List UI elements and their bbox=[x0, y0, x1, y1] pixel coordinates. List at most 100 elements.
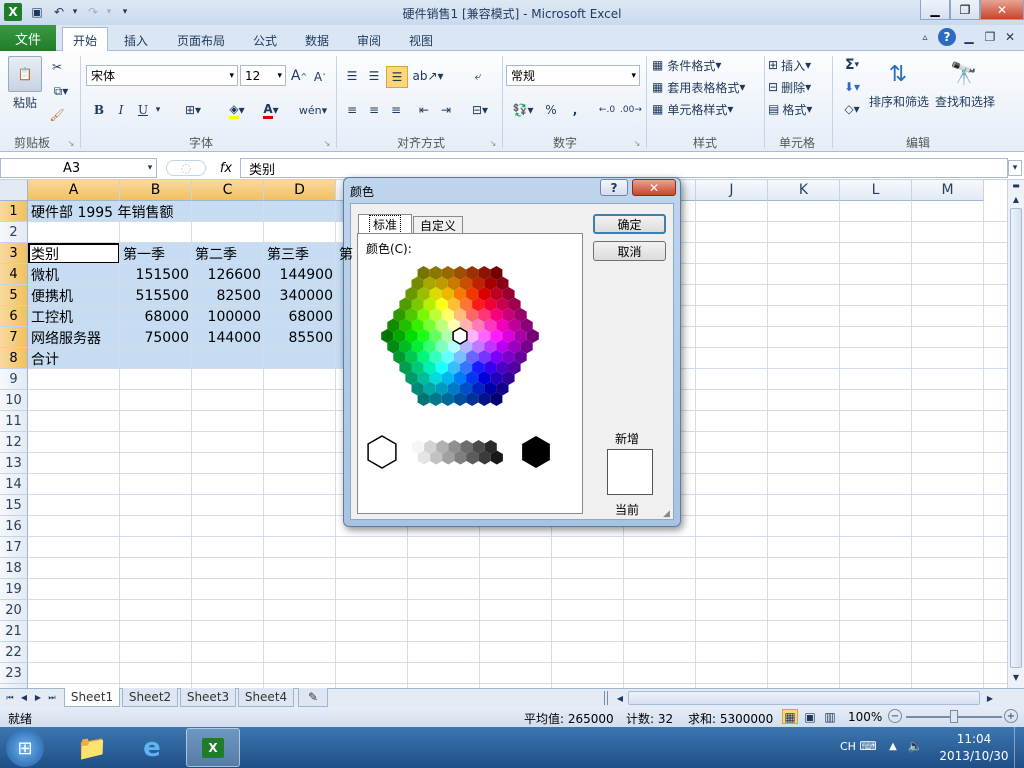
row-header[interactable]: 17 bbox=[0, 537, 28, 558]
column-header[interactable]: M bbox=[912, 180, 984, 201]
expand-formula-bar-icon[interactable]: ▾ bbox=[1008, 160, 1022, 176]
font-name-combo[interactable]: 宋体 ▾ bbox=[86, 65, 238, 86]
underline-dropdown-icon[interactable]: ▾ bbox=[152, 100, 164, 120]
bold-button[interactable]: B bbox=[90, 100, 108, 120]
row-header[interactable]: 8 bbox=[0, 348, 28, 369]
dialog-close-button[interactable]: ✕ bbox=[632, 179, 676, 196]
show-desktop-button[interactable] bbox=[1014, 727, 1024, 768]
start-button-icon[interactable]: ⊞ bbox=[6, 729, 44, 767]
row-header[interactable]: 11 bbox=[0, 411, 28, 432]
horizontal-scroll-thumb[interactable] bbox=[628, 691, 980, 705]
keyboard-icon[interactable]: ⌨ bbox=[859, 737, 876, 755]
cell[interactable]: 硬件部 1995 年销售额 bbox=[31, 201, 348, 222]
row-header[interactable]: 22 bbox=[0, 642, 28, 663]
split-box[interactable]: ▬ bbox=[1009, 180, 1023, 190]
comma-button[interactable]: , bbox=[566, 100, 584, 120]
clock-date[interactable]: 2013/10/30 bbox=[936, 749, 1012, 763]
restore-button[interactable]: ❐ bbox=[950, 0, 980, 20]
row-header[interactable]: 7 bbox=[0, 327, 28, 348]
format-painter-icon[interactable]: 🖌 bbox=[48, 106, 66, 124]
file-explorer-icon[interactable]: 📁 bbox=[66, 729, 118, 766]
input-language[interactable]: CH bbox=[840, 740, 856, 753]
cell[interactable] bbox=[195, 348, 264, 369]
color-honeycomb[interactable] bbox=[358, 254, 582, 510]
row-header[interactable]: 6 bbox=[0, 306, 28, 327]
cell-style-button[interactable]: ▦ 单元格样式 ▾ bbox=[652, 100, 762, 118]
tab-custom[interactable]: 自定义 bbox=[413, 216, 463, 234]
formula-bar-splitter[interactable]: ◌ bbox=[166, 160, 206, 176]
zoom-slider-thumb[interactable] bbox=[950, 710, 958, 723]
cell[interactable]: 515500 bbox=[123, 285, 192, 306]
number-format-combo[interactable]: 常规 ▾ bbox=[506, 65, 640, 86]
name-box[interactable]: A3 bbox=[0, 158, 157, 178]
cell[interactable]: 340000 bbox=[267, 285, 336, 306]
excel-taskbar-button[interactable]: X bbox=[186, 728, 240, 767]
black-swatch[interactable] bbox=[522, 436, 550, 468]
row-header[interactable]: 5 bbox=[0, 285, 28, 306]
cell[interactable]: 第三季 bbox=[267, 243, 336, 264]
cell[interactable]: 网络服务器 bbox=[31, 327, 120, 348]
tab-view[interactable]: 视图 bbox=[400, 29, 442, 51]
row-header[interactable]: 12 bbox=[0, 432, 28, 453]
scroll-down-icon[interactable]: ▼ bbox=[1009, 670, 1023, 684]
increase-indent-icon[interactable]: ⇥ bbox=[436, 100, 456, 120]
paste-button[interactable]: 粘贴 bbox=[10, 94, 40, 110]
row-header[interactable]: 14 bbox=[0, 474, 28, 495]
sort-filter-icon[interactable]: ⇅ bbox=[880, 58, 916, 90]
column-header[interactable]: L bbox=[840, 180, 912, 201]
minimize-button[interactable]: ▁ bbox=[920, 0, 950, 20]
tab-standard[interactable]: 标准 bbox=[358, 214, 412, 234]
row-header[interactable]: 13 bbox=[0, 453, 28, 474]
wrap-text-icon[interactable]: ⤶ bbox=[468, 66, 488, 86]
dialog-launcher-icon[interactable]: ↘ bbox=[322, 138, 332, 148]
insert-function-button[interactable]: fx bbox=[216, 158, 236, 178]
row-header[interactable]: 15 bbox=[0, 495, 28, 516]
cell[interactable]: 85500 bbox=[267, 327, 336, 348]
insert-cells-button[interactable]: ⊞ 插入 ▾ bbox=[768, 56, 828, 74]
row-header[interactable]: 1 bbox=[0, 201, 28, 222]
cell[interactable]: 82500 bbox=[195, 285, 264, 306]
sheet-tab-3[interactable]: Sheet3 bbox=[180, 688, 236, 707]
cell[interactable]: 微机 bbox=[31, 264, 120, 285]
cell[interactable] bbox=[267, 348, 336, 369]
zoom-level[interactable]: 100% bbox=[848, 710, 882, 724]
fill-icon[interactable]: ⬇▾ bbox=[840, 78, 864, 96]
collapse-ribbon-icon[interactable]: ▵ bbox=[918, 30, 932, 44]
cell[interactable]: 100000 bbox=[195, 306, 264, 327]
insert-sheet-icon[interactable]: ✎ bbox=[298, 688, 328, 707]
help-icon[interactable]: ? bbox=[938, 28, 956, 46]
sort-filter-button[interactable]: 排序和筛选 bbox=[868, 93, 930, 109]
row-header[interactable]: 19 bbox=[0, 579, 28, 600]
sheet-tab-2[interactable]: Sheet2 bbox=[122, 688, 178, 707]
dialog-launcher-icon[interactable]: ↘ bbox=[66, 138, 76, 148]
page-break-view-icon[interactable]: ▥ bbox=[822, 709, 838, 724]
font-size-combo[interactable]: 12 ▾ bbox=[240, 65, 286, 86]
row-header[interactable]: 3 bbox=[0, 243, 28, 264]
borders-icon[interactable]: ⊞▾ bbox=[178, 100, 208, 120]
scroll-left-icon[interactable]: ◀ bbox=[614, 691, 626, 705]
row-header[interactable]: 16 bbox=[0, 516, 28, 537]
column-header[interactable]: A bbox=[28, 180, 120, 201]
cell[interactable]: 75000 bbox=[123, 327, 192, 348]
cell[interactable]: 便携机 bbox=[31, 285, 120, 306]
column-header[interactable]: B bbox=[120, 180, 192, 201]
find-select-button[interactable]: 查找和选择 bbox=[934, 93, 996, 109]
normal-view-icon[interactable]: ▦ bbox=[782, 709, 798, 724]
cell[interactable]: 合计 bbox=[31, 348, 120, 369]
cell[interactable]: 68000 bbox=[267, 306, 336, 327]
row-header[interactable]: 20 bbox=[0, 600, 28, 621]
column-header[interactable]: K bbox=[768, 180, 840, 201]
sheet-tab-4[interactable]: Sheet4 bbox=[238, 688, 294, 707]
grow-font-icon[interactable]: A ^ bbox=[290, 66, 308, 86]
cancel-button[interactable]: 取消 bbox=[593, 241, 666, 261]
currency-format-icon[interactable]: 💱▾ bbox=[508, 100, 538, 120]
workbook-restore-icon[interactable]: ❐ bbox=[983, 30, 997, 44]
copy-icon[interactable]: ⧉▾ bbox=[48, 82, 74, 100]
align-center-icon[interactable]: ≡ bbox=[364, 100, 384, 120]
row-header[interactable]: 4 bbox=[0, 264, 28, 285]
white-swatch[interactable] bbox=[367, 435, 397, 469]
fill-color-icon[interactable]: ◈ ▾ bbox=[222, 100, 252, 120]
autosum-icon[interactable]: Σ ▾ bbox=[840, 56, 864, 74]
underline-button[interactable]: U bbox=[134, 100, 152, 120]
percent-button[interactable]: % bbox=[542, 100, 560, 120]
